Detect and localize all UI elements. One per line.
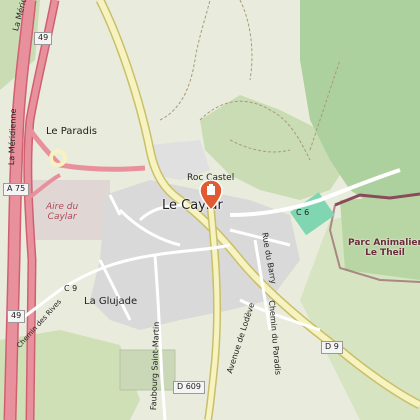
park-label-line-1: Parc Animalier [348, 238, 420, 248]
place-label-la-glujade: La Glujade [84, 296, 138, 307]
park-label: Parc Animalier Le Theil [348, 238, 420, 259]
aire-label-line-2: Caylar [47, 211, 77, 222]
map-view[interactable]: Le Paradis Roc Castel Le Caylar La Gluja… [0, 0, 420, 420]
road-label-c9: C 9 [64, 284, 78, 293]
aire-label: Aire du Caylar [46, 202, 78, 223]
place-label-le-paradis: Le Paradis [46, 126, 98, 137]
road-shield-49-bottom: 49 [7, 310, 26, 323]
road-shield-d9: D 9 [321, 341, 343, 354]
map-pin-icon[interactable] [199, 179, 223, 211]
road-shield-a75: A 75 [3, 183, 30, 196]
road-label-c6: C 6 [296, 208, 310, 217]
road-shield-49-top: 49 [34, 32, 53, 45]
road-shield-d609: D 609 [173, 381, 205, 394]
park-label-line-2: Le Theil [365, 248, 405, 259]
allotments [119, 349, 176, 391]
